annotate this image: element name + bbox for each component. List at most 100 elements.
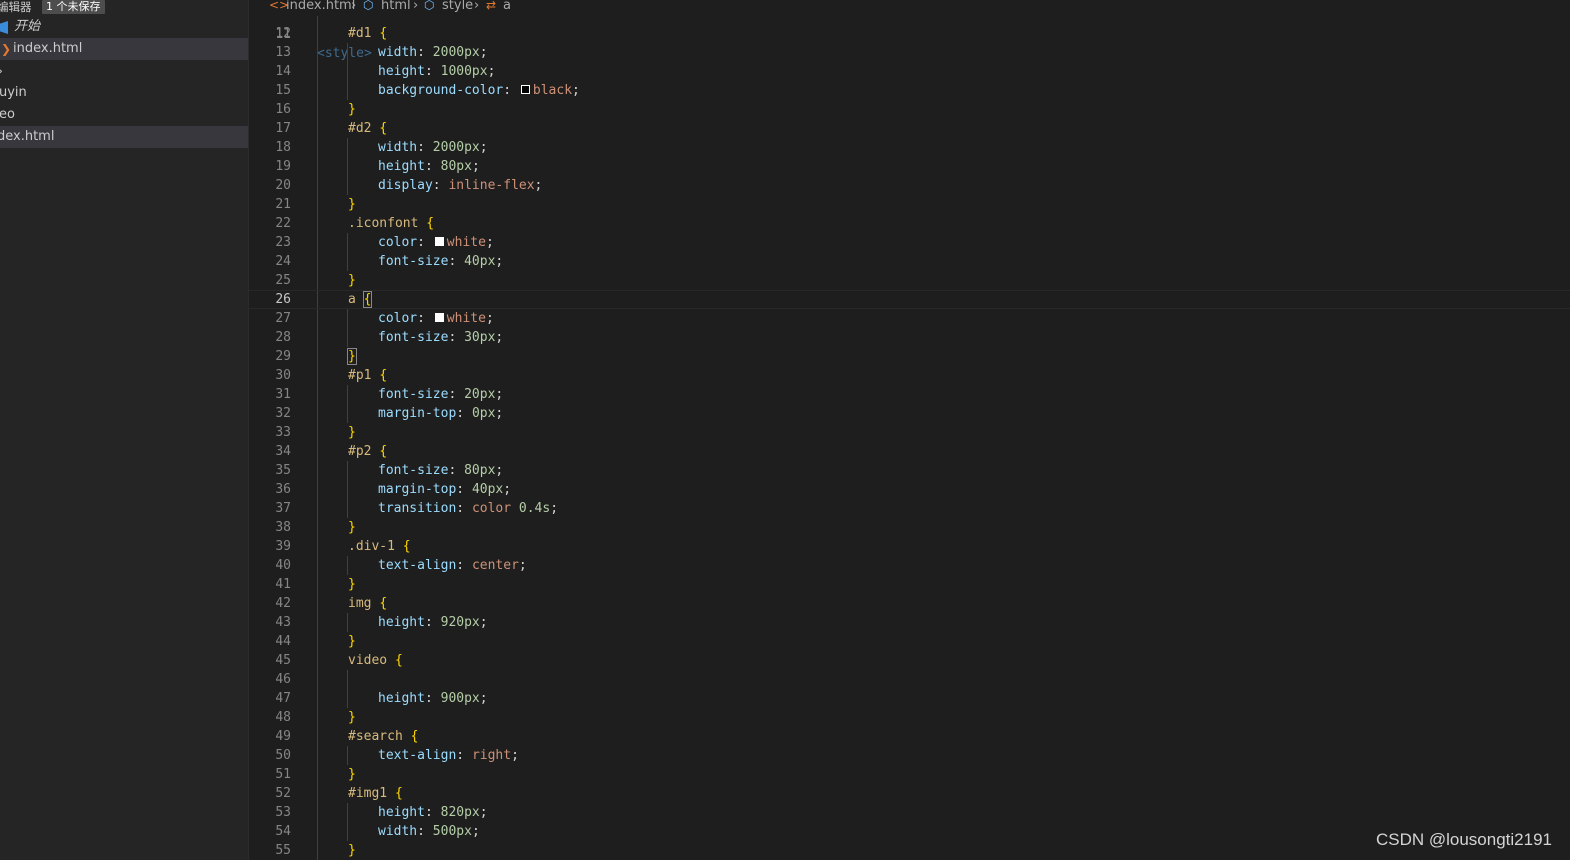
code-line: 55} <box>249 841 1570 860</box>
code-text: #p1 { <box>348 368 388 383</box>
code-line: 16} <box>249 100 1570 119</box>
code-line: 40 text-align: center; <box>249 556 1570 575</box>
code-text: margin-top: 0px; <box>378 406 504 421</box>
code-line: 23 color: white; <box>249 233 1570 252</box>
code-text: font-size: 20px; <box>378 387 504 402</box>
line-number: 50 <box>275 748 291 763</box>
code-text: height: 900px; <box>378 691 488 706</box>
breadcrumb-file[interactable]: index.html <box>286 0 355 12</box>
sidebar-item-label: uyin <box>0 85 27 100</box>
code-line: 41} <box>249 575 1570 594</box>
html-file-icon: ❯ <box>1 42 12 56</box>
code-line: 15 background-color: black; <box>249 81 1570 100</box>
breadcrumb-a[interactable]: a <box>503 0 511 12</box>
line-number: 26 <box>275 292 291 307</box>
code-line: 33} <box>249 423 1570 442</box>
line-number: 18 <box>275 140 291 155</box>
code-line: 25} <box>249 271 1570 290</box>
line-number: 51 <box>275 767 291 782</box>
code-text: .iconfont { <box>348 216 435 231</box>
code-line: 37 transition: color 0.4s; <box>249 499 1570 518</box>
code-text: } <box>348 843 356 858</box>
code-text: width: 500px; <box>378 824 480 839</box>
line-number: 45 <box>275 653 291 668</box>
code-line: 51} <box>249 765 1570 784</box>
line-number: 47 <box>275 691 291 706</box>
code-area[interactable]: 11 <style> 12 #d1 {13 width: 2000px; 14 heig… <box>249 0 1570 860</box>
code-text: } <box>348 767 356 782</box>
code-line: 21} <box>249 195 1570 214</box>
breadcrumb-html[interactable]: html <box>381 0 411 12</box>
code-line: 36 margin-top: 40px; <box>249 480 1570 499</box>
code-line: 48} <box>249 708 1570 727</box>
code-text: font-size: 80px; <box>378 463 504 478</box>
indent-guide <box>347 613 348 632</box>
code-line: 24 font-size: 40px; <box>249 252 1570 271</box>
sidebar-item-welcome[interactable]: 开始 <box>0 16 248 38</box>
code-line: 19 height: 80px; <box>249 157 1570 176</box>
line-number: 17 <box>275 121 291 136</box>
line-number: 19 <box>275 159 291 174</box>
code-text: margin-top: 40px; <box>378 482 512 497</box>
code-text: text-align: right; <box>378 748 519 763</box>
code-line: 43 height: 920px; <box>249 613 1570 632</box>
code-line: 32 margin-top: 0px; <box>249 404 1570 423</box>
unsaved-badge: 1 个未保存 <box>42 0 105 14</box>
code-text: height: 820px; <box>378 805 488 820</box>
sidebar-item-label: eo <box>0 107 15 122</box>
code-line: 42 img { <box>249 594 1570 613</box>
code-text: transition: color 0.4s; <box>378 501 559 516</box>
sidebar-item-folder-douyin[interactable]: uyin <box>0 82 248 104</box>
open-editors-header[interactable]: 编辑器 1 个未保存 <box>0 0 248 15</box>
code-line: 20 display: inline-flex; <box>249 176 1570 195</box>
code-line: 53 height: 820px; <box>249 803 1570 822</box>
code-text: text-align: center; <box>378 558 527 573</box>
code-line: 14 height: 1000px; <box>249 62 1570 81</box>
line-number: 14 <box>275 64 291 79</box>
line-number: 31 <box>275 387 291 402</box>
cube-icon: ⬡ <box>424 0 435 12</box>
sidebar-item-index-html[interactable]: ❯ index.html <box>0 38 248 60</box>
indent-guide <box>347 461 348 518</box>
code-text: display: inline-flex; <box>378 178 543 193</box>
sidebar-folder-row[interactable]: › <box>0 60 248 82</box>
selector-icon: ⇄ <box>486 0 497 12</box>
code-line: 28 font-size: 30px; <box>249 328 1570 347</box>
code-editor[interactable]: 11 <style> 12 #d1 {13 width: 2000px; 14 heig… <box>249 0 1570 860</box>
indent-guide <box>347 556 348 575</box>
code-text: } <box>348 634 356 649</box>
line-number: 35 <box>275 463 291 478</box>
sidebar-item-label: dex.html <box>0 129 55 144</box>
sidebar-item-index-html-file[interactable]: dex.html <box>0 126 248 148</box>
line-number: 24 <box>275 254 291 269</box>
line-number: 48 <box>275 710 291 725</box>
code-text: } <box>348 425 356 440</box>
line-number: 52 <box>275 786 291 801</box>
color-swatch[interactable] <box>520 85 530 94</box>
indent-guide <box>347 138 348 195</box>
breadcrumb-style[interactable]: style <box>442 0 473 12</box>
line-number: 36 <box>275 482 291 497</box>
code-line: 22 .iconfont { <box>249 214 1570 233</box>
line-number: 23 <box>275 235 291 250</box>
line-number: 16 <box>275 102 291 117</box>
code-text: font-size: 40px; <box>378 254 504 269</box>
sidebar-item-label: 开始 <box>14 19 41 34</box>
line-number: 40 <box>275 558 291 573</box>
color-swatch[interactable] <box>434 237 444 246</box>
code-line: 44} <box>249 632 1570 651</box>
sidebar-item-folder-video[interactable]: eo <box>0 104 248 126</box>
line-number: 41 <box>275 577 291 592</box>
color-swatch[interactable] <box>434 313 444 322</box>
code-text: } <box>348 577 356 592</box>
code-text: .div-1 { <box>348 539 411 554</box>
line-number: 38 <box>275 520 291 535</box>
line-number: 44 <box>275 634 291 649</box>
code-line: 47 height: 900px; <box>249 689 1570 708</box>
code-text: #search { <box>348 729 419 744</box>
watermark: CSDN @lousongti2191 <box>1375 830 1552 849</box>
code-line: 39 .div-1 { <box>249 537 1570 556</box>
chevron-right-icon: › <box>351 0 357 13</box>
code-line: 54 width: 500px; <box>249 822 1570 841</box>
code-line: 30 #p1 { <box>249 366 1570 385</box>
